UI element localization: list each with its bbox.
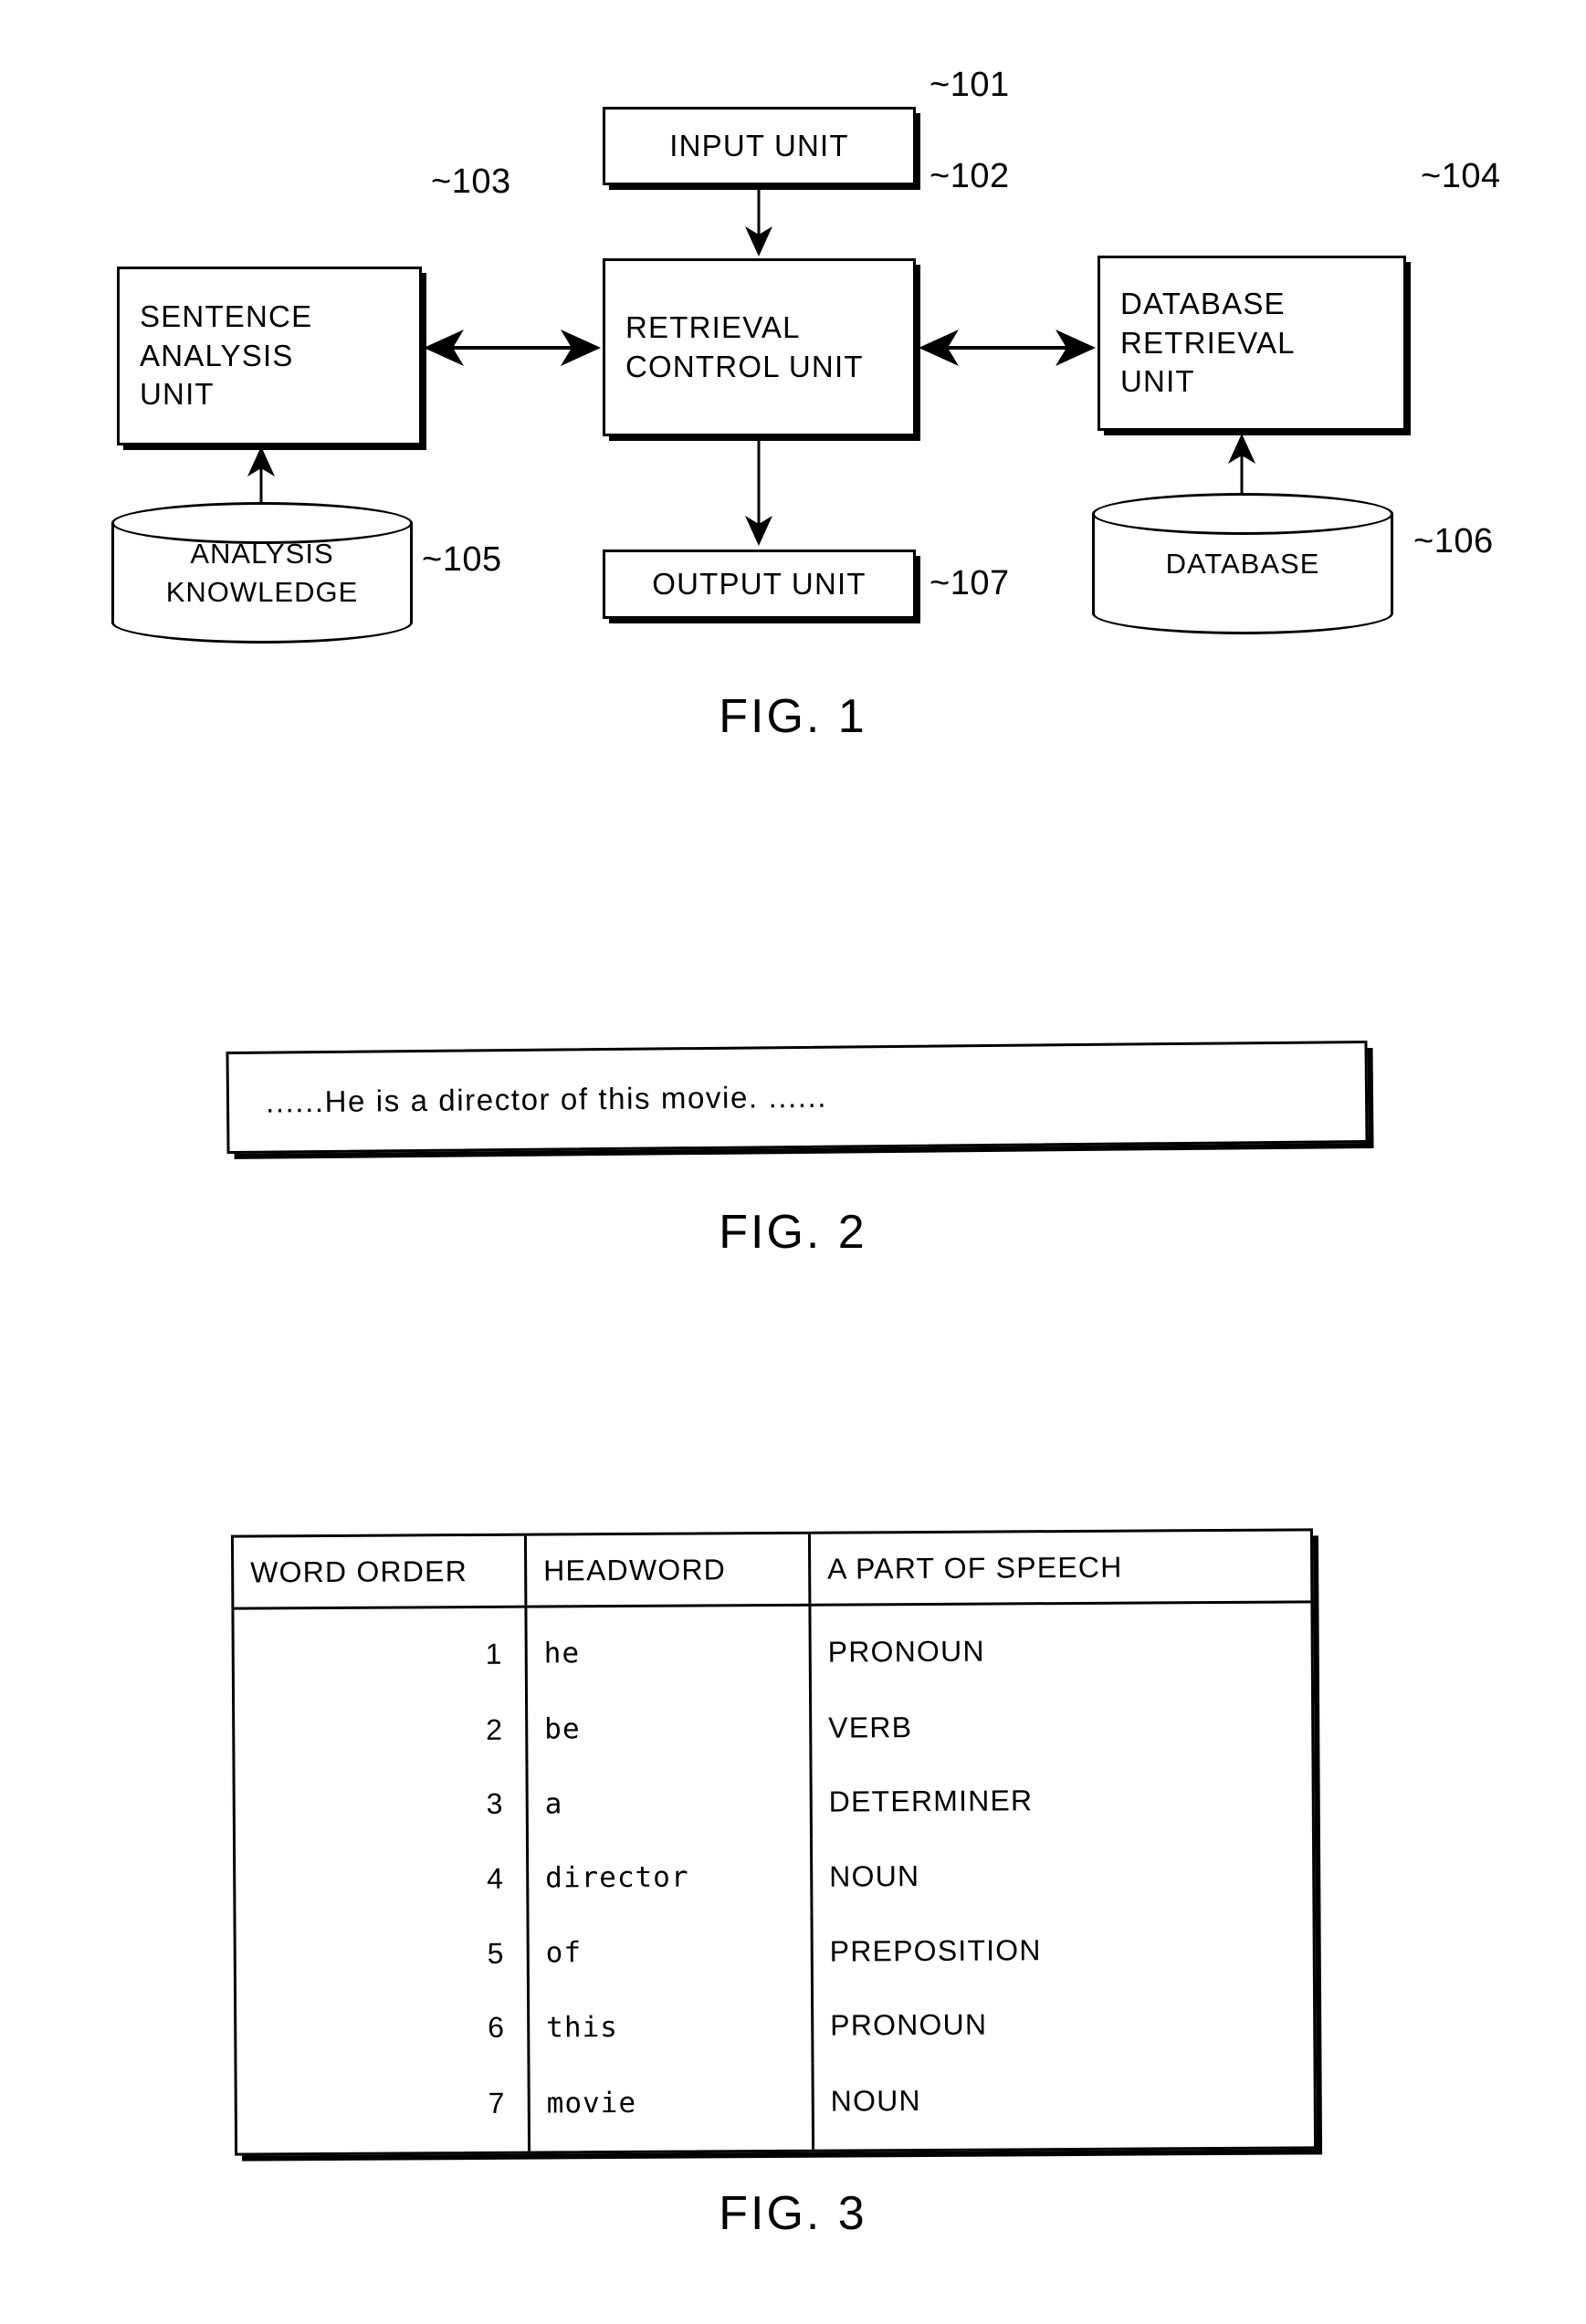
sentence-text: ......He is a director of this movie. ..… — [265, 1079, 828, 1119]
table-row: 1 he PRONOUN — [234, 1601, 1311, 1694]
cell-headword: he — [525, 1605, 811, 1692]
block-sentence-analysis-unit-line1: SENTENCE — [140, 298, 313, 333]
block-sentence-analysis-unit-line3: UNIT — [140, 377, 215, 412]
figure-1: INPUT UNIT ~101 RETRIEVAL CONTROL UNIT ~… — [0, 0, 1586, 758]
table-header-row: WORD ORDER HEADWORD A PART OF SPEECH — [233, 1531, 1311, 1609]
figure-2-caption: FIG. 2 — [719, 1206, 867, 1259]
cell-part-of-speech: VERB — [810, 1687, 1312, 1765]
cell-word-order: 4 — [487, 1861, 505, 1895]
pos-table-head: WORD ORDER HEADWORD A PART OF SPEECH — [233, 1531, 1311, 1609]
column-header-headword: HEADWORD — [525, 1534, 810, 1607]
cell-part-of-speech: NOUN — [812, 2059, 1315, 2150]
table-row: 4 director NOUN — [236, 1836, 1313, 1918]
block-retrieval-control-unit-line1: RETRIEVAL — [625, 309, 801, 344]
cell-part-of-speech: PREPOSITION — [811, 1910, 1313, 1989]
block-output-unit-label: OUTPUT UNIT — [652, 566, 867, 601]
cell-part-of-speech: DETERMINER — [810, 1762, 1312, 1840]
sentence-box: ......He is a director of this movie. ..… — [226, 1041, 1369, 1154]
block-input-unit-label: INPUT UNIT — [669, 128, 849, 162]
cylinder-database-line1: DATABASE — [1165, 547, 1320, 580]
table-row: 6 this PRONOUN — [236, 1985, 1314, 2067]
figure-1-caption: FIG. 1 — [719, 690, 867, 743]
figure-3: WORD ORDER HEADWORD A PART OF SPEECH 1 h… — [0, 1506, 1586, 2309]
cell-headword: of — [527, 1913, 813, 1991]
table-row: 7 movie NOUN — [236, 2059, 1315, 2153]
cell-part-of-speech: PRONOUN — [809, 1601, 1311, 1691]
ref-102: ~102 — [930, 157, 1010, 195]
column-header-word-order: WORD ORDER — [233, 1535, 526, 1609]
block-database-retrieval-unit-line1: DATABASE — [1120, 286, 1286, 320]
block-database-retrieval-unit: DATABASE RETRIEVAL UNIT — [1098, 256, 1406, 431]
cell-word-order: 5 — [487, 1936, 505, 1970]
cell-word-order: 1 — [485, 1637, 503, 1670]
cell-word-order: 2 — [486, 1712, 504, 1746]
figure-2: ......He is a director of this movie. ..… — [0, 1022, 1586, 1369]
pos-table-grid: WORD ORDER HEADWORD A PART OF SPEECH 1 h… — [233, 1531, 1315, 2153]
table-row: 2 be VERB — [235, 1687, 1312, 1769]
ref-106: ~106 — [1413, 522, 1494, 560]
cell-word-order: 7 — [488, 2087, 506, 2120]
cell-part-of-speech: NOUN — [811, 1836, 1313, 1914]
ref-104: ~104 — [1421, 157, 1501, 195]
cell-word-order: 3 — [486, 1787, 504, 1821]
cell-headword: a — [526, 1764, 812, 1842]
column-header-part-of-speech: A PART OF SPEECH — [809, 1531, 1311, 1606]
cylinder-analysis-knowledge-label: ANALYSIS KNOWLEDGE — [111, 522, 413, 623]
cylinder-analysis-knowledge-line2: KNOWLEDGE — [165, 575, 359, 608]
ref-107: ~107 — [930, 564, 1010, 602]
table-row: 5 of PREPOSITION — [236, 1910, 1313, 1993]
ref-101: ~101 — [930, 66, 1010, 104]
block-retrieval-control-unit-line2: CONTROL UNIT — [625, 349, 864, 383]
pos-table: WORD ORDER HEADWORD A PART OF SPEECH 1 h… — [230, 1528, 1318, 2156]
cell-headword: movie — [528, 2063, 814, 2151]
block-retrieval-control-unit: RETRIEVAL CONTROL UNIT — [603, 258, 916, 436]
cylinder-analysis-knowledge: ANALYSIS KNOWLEDGE — [111, 502, 413, 644]
ref-103: ~103 — [431, 162, 511, 201]
cylinder-database-label: DATABASE — [1092, 513, 1393, 614]
table-row: 3 a DETERMINER — [235, 1762, 1312, 1843]
cell-word-order: 6 — [488, 2011, 506, 2045]
block-output-unit: OUTPUT UNIT — [603, 550, 916, 619]
figure-3-caption: FIG. 3 — [719, 2187, 867, 2240]
block-sentence-analysis-unit-line2: ANALYSIS — [140, 338, 294, 372]
cell-headword: director — [527, 1839, 812, 1916]
cell-headword: this — [528, 1988, 813, 2066]
pos-table-body: 1 he PRONOUN 2 be VERB 3 a DETERMINER 4 … — [234, 1601, 1315, 2153]
cell-part-of-speech: PRONOUN — [812, 1985, 1314, 2064]
cylinder-database: DATABASE — [1092, 493, 1393, 634]
block-database-retrieval-unit-line3: UNIT — [1120, 364, 1195, 399]
ref-105: ~105 — [422, 540, 502, 579]
block-database-retrieval-unit-line2: RETRIEVAL — [1120, 325, 1296, 360]
cylinder-analysis-knowledge-line1: ANALYSIS — [190, 537, 334, 570]
block-sentence-analysis-unit: SENTENCE ANALYSIS UNIT — [117, 267, 422, 445]
cell-headword: be — [526, 1691, 811, 1767]
block-input-unit: INPUT UNIT — [603, 107, 916, 185]
